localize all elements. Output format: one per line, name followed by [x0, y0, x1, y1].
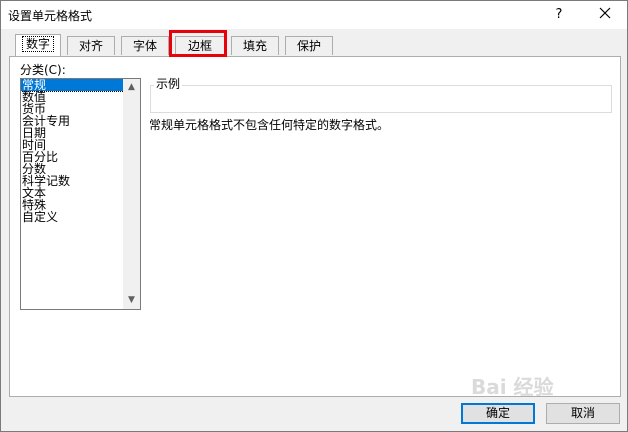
tab-fill[interactable]: 填充 — [231, 36, 279, 55]
tab-number-label: 数字 — [21, 36, 54, 52]
cancel-button[interactable]: 取消 — [546, 403, 620, 424]
category-list[interactable]: 常规 数值 货币 会计专用 日期 时间 百分比 分数 科学记数 文本 特殊 自定… — [20, 78, 141, 310]
scroll-up-icon[interactable]: ▲ — [123, 79, 140, 96]
tab-font-label: 字体 — [132, 39, 157, 53]
list-scrollbar[interactable]: ▲ ▼ — [123, 79, 140, 309]
category-label: 分类(C): — [20, 63, 66, 77]
tab-number[interactable]: 数字 — [15, 34, 61, 56]
list-item[interactable]: 自定义 — [21, 211, 124, 223]
tab-fill-label: 填充 — [242, 39, 267, 53]
scroll-down-icon[interactable]: ▼ — [123, 292, 140, 309]
tab-protection[interactable]: 保护 — [285, 36, 333, 55]
tab-alignment-label: 对齐 — [78, 39, 103, 53]
tab-alignment[interactable]: 对齐 — [67, 36, 115, 55]
dialog-title: 设置单元格格式 — [8, 9, 93, 23]
ok-button[interactable]: 确定 — [461, 403, 535, 424]
border-tab-highlight — [169, 30, 227, 57]
help-button[interactable]: ? — [547, 5, 571, 25]
format-cells-dialog: 设置单元格格式 ? 数字 对齐 字体 边框 填充 保护 分类(C): 常规 数值… — [0, 0, 628, 432]
sample-label: 示例 — [154, 75, 183, 92]
tab-font[interactable]: 字体 — [121, 36, 169, 55]
number-panel: 分类(C): 常规 数值 货币 会计专用 日期 时间 百分比 分数 科学记数 文… — [9, 56, 621, 397]
format-description: 常规单元格格式不包含任何特定的数字格式。 — [149, 118, 390, 132]
help-icon: ? — [555, 7, 563, 22]
watermark-logo: Bai 经验 — [471, 375, 554, 399]
close-icon — [599, 7, 611, 19]
tab-protection-label: 保护 — [296, 39, 321, 53]
close-button[interactable] — [593, 5, 617, 25]
tab-strip: 数字 对齐 字体 边框 填充 保护 — [9, 34, 619, 56]
title-bar: 设置单元格格式 ? — [1, 1, 627, 29]
sample-box — [150, 85, 612, 113]
